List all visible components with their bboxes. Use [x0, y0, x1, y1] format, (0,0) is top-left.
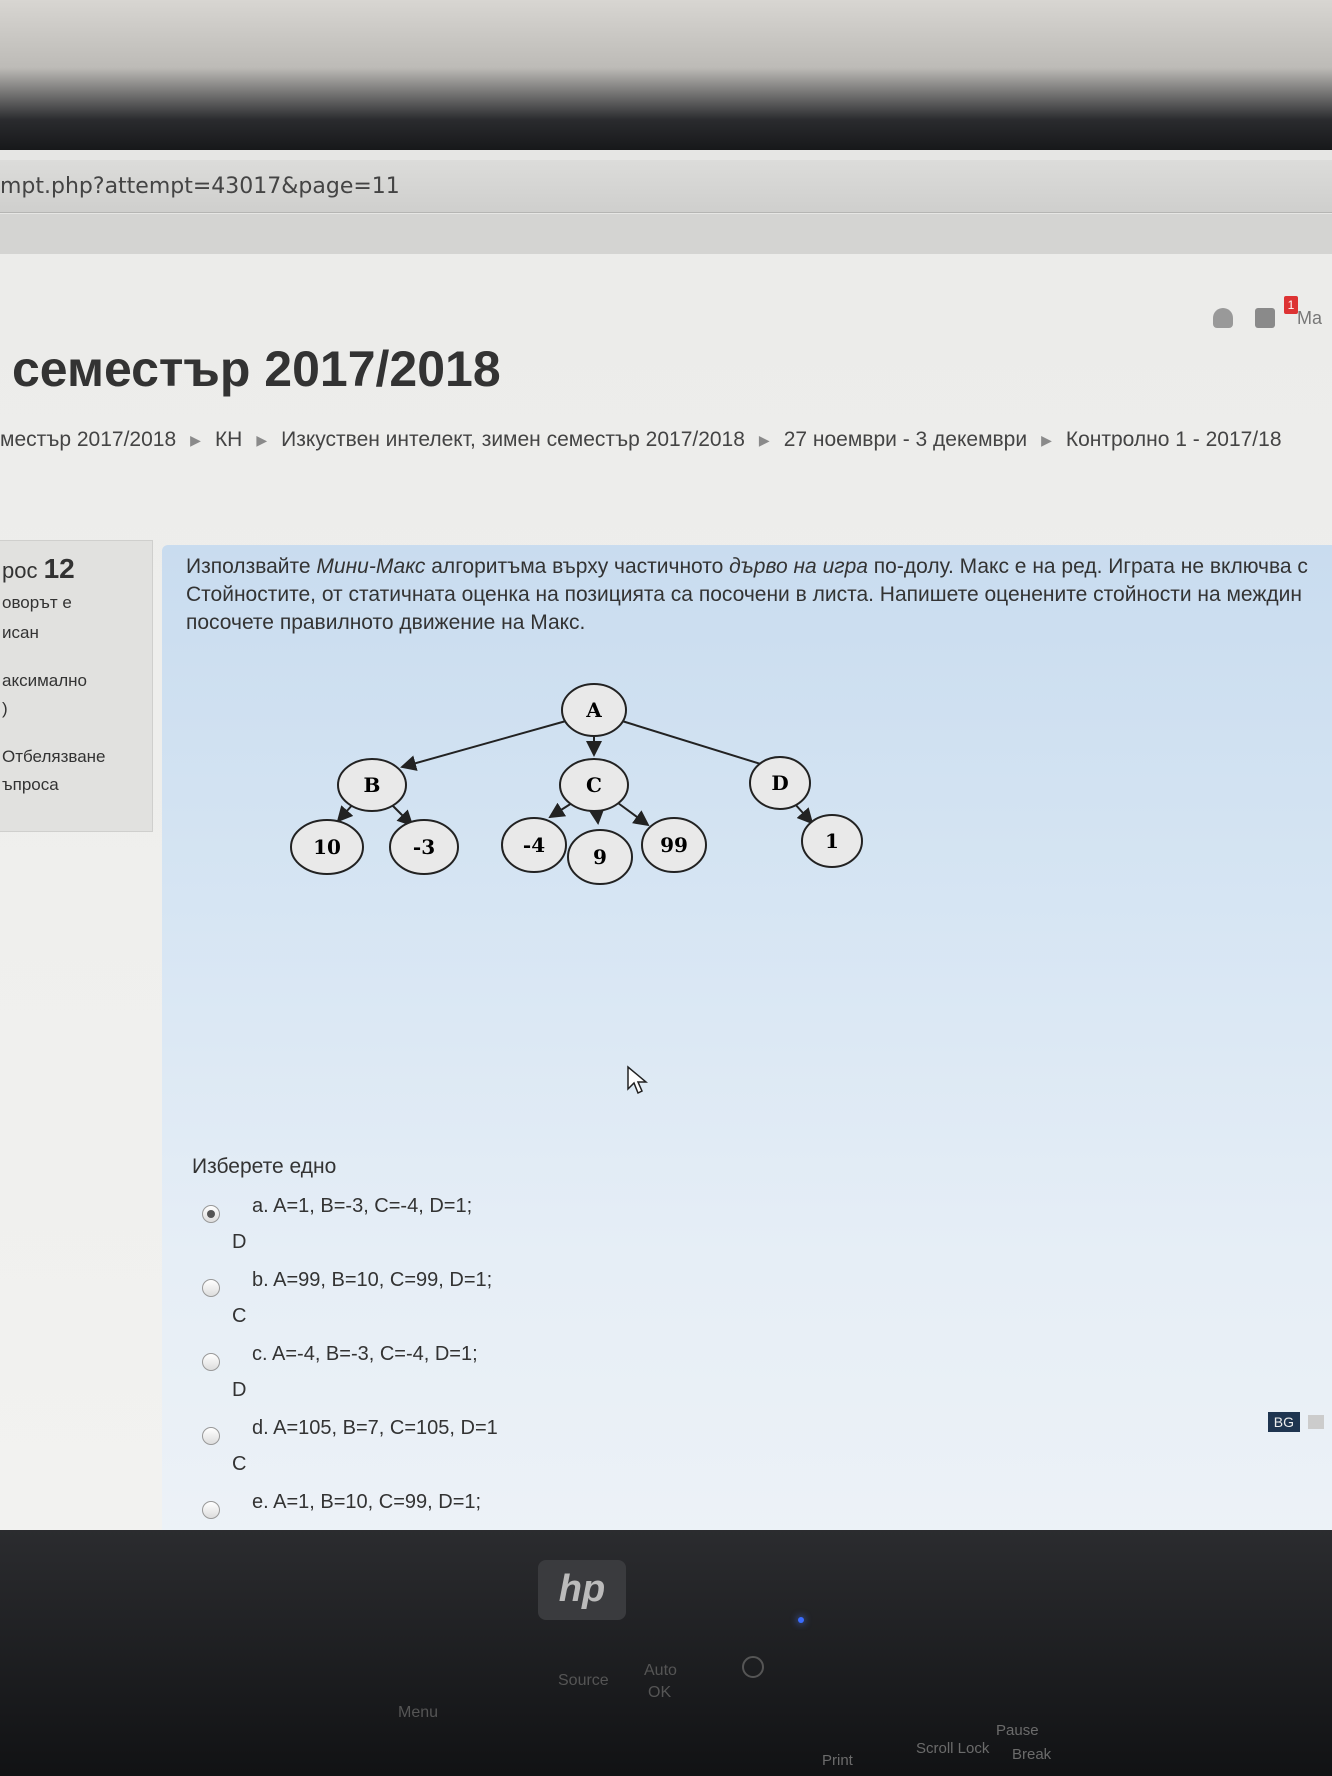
- answer-option-a-label[interactable]: a. A=1, B=-3, C=-4, D=1;: [252, 1195, 472, 1218]
- answer-option-a-move: D: [232, 1231, 247, 1253]
- breadcrumb-item-course[interactable]: Изкуствен интелект, зимен семестър 2017/…: [281, 428, 745, 452]
- answer-option-c-radio[interactable]: [202, 1353, 220, 1371]
- question-text-part: алгоритъма върху частичното: [425, 555, 730, 578]
- flag-question-link[interactable]: Отбелязване: [2, 747, 106, 767]
- tree-node-d: D: [749, 756, 811, 810]
- tree-node-a-label: A: [585, 698, 602, 722]
- answer-option-d-label[interactable]: d. A=105, B=7, C=105, D=1: [252, 1417, 498, 1440]
- breadcrumb-separator-icon: ▶: [1041, 431, 1052, 448]
- edge-d-1: [793, 802, 814, 825]
- question-panel: Използвайте Мини-Макс алгоритъма върху ч…: [162, 545, 1332, 1550]
- breadcrumb-separator-icon: ▶: [758, 431, 770, 448]
- edge-c-99: [617, 802, 650, 827]
- question-text-line2: Стойностите, от статичната оценка на поз…: [186, 583, 1303, 606]
- breadcrumb-item-kn[interactable]: КН: [215, 428, 242, 452]
- edge-a-d: [621, 720, 782, 774]
- question-text: Използвайте Мини-Макс алгоритъма върху ч…: [186, 553, 1332, 637]
- tree-leaf-minus4-label: -4: [523, 833, 545, 857]
- address-bar[interactable]: mpt.php?attempt=43017&page=11: [0, 160, 1332, 213]
- question-marks-cont: ): [2, 699, 8, 718]
- tree-node-c: C: [559, 758, 629, 812]
- breadcrumb-item-semester[interactable]: местър 2017/2018: [0, 428, 176, 452]
- answer-option-b-move: C: [232, 1305, 247, 1327]
- tree-leaf-1-label: 1: [825, 829, 839, 853]
- monitor-ok-button[interactable]: OK: [648, 1684, 671, 1702]
- question-marks: аксимално: [2, 671, 87, 690]
- hp-logo: hp: [538, 1560, 626, 1620]
- tree-leaf-10-label: 10: [313, 835, 341, 859]
- photo-background-top: [0, 0, 1332, 150]
- answer-option-b-radio[interactable]: [202, 1279, 220, 1297]
- monitor-auto-button[interactable]: Auto: [644, 1662, 677, 1680]
- answer-prompt: Изберете едно: [192, 1155, 337, 1178]
- question-number: рос 12: [2, 553, 75, 585]
- breadcrumb-separator-icon: ▶: [190, 431, 201, 448]
- site-navbar: [0, 214, 1332, 254]
- answer-option-a-radio[interactable]: [202, 1205, 220, 1223]
- tree-leaf-1: 1: [801, 814, 863, 868]
- answer-option-d-radio[interactable]: [202, 1427, 220, 1445]
- tree-node-c-label: C: [586, 773, 602, 797]
- mouse-cursor-icon: [627, 1065, 648, 1095]
- language-indicator[interactable]: BG: [1267, 1412, 1300, 1432]
- tree-leaf-minus3-label: -3: [413, 835, 435, 859]
- tree-leaf-99-label: 99: [660, 833, 688, 857]
- edge-c-minus4: [548, 802, 573, 819]
- tree-leaf-9: 9: [567, 829, 633, 885]
- tree-node-b-label: B: [364, 773, 381, 797]
- monitor-source-button[interactable]: Source: [558, 1672, 609, 1690]
- question-number-prefix: рос: [2, 558, 38, 583]
- notifications-bell-icon[interactable]: [1212, 308, 1233, 328]
- url-text[interactable]: mpt.php?attempt=43017&page=11: [0, 174, 400, 199]
- page-title: семестър 2017/2018: [12, 341, 501, 397]
- answer-option-c-move: D: [232, 1379, 247, 1401]
- breadcrumb-item-week[interactable]: 27 ноември - 3 декември: [784, 428, 1027, 452]
- question-text-part: Използвайте: [186, 555, 317, 578]
- key-scroll-lock[interactable]: Scroll Lock: [916, 1740, 989, 1757]
- answer-option-b-label[interactable]: b. A=99, B=10, C=99, D=1;: [252, 1269, 492, 1292]
- power-led-icon: [798, 1617, 804, 1623]
- monitor-menu-button[interactable]: Menu: [398, 1704, 438, 1722]
- header-icons: Ma: [1212, 300, 1322, 336]
- tree-node-b: B: [337, 758, 407, 812]
- answer-option-c-label[interactable]: c. A=-4, B=-3, C=-4, D=1;: [252, 1343, 478, 1366]
- tree-leaf-9-label: 9: [593, 845, 607, 869]
- monitor-power-icon[interactable]: [742, 1656, 764, 1678]
- key-print[interactable]: Print: [822, 1752, 853, 1769]
- answer-option-d-move: C: [232, 1453, 247, 1475]
- game-tree-diagram: A B C D 10 -3 -4 9 99 1: [290, 683, 863, 885]
- answer-option-e-label[interactable]: e. A=1, B=10, C=99, D=1;: [252, 1491, 481, 1514]
- key-pause[interactable]: Pause: [996, 1722, 1039, 1739]
- key-break[interactable]: Break: [1012, 1746, 1051, 1763]
- breadcrumb-separator-icon: ▶: [256, 431, 268, 448]
- tree-node-a: A: [561, 683, 627, 737]
- question-text-part: по-долу. Макс е на ред. Играта не включв…: [867, 555, 1308, 578]
- flag-question-link-cont[interactable]: ъпроса: [2, 775, 59, 795]
- question-text-emphasis: Мини-Макс: [316, 555, 426, 578]
- question-text-line3: посочете правилното движение на Макс.: [186, 611, 586, 634]
- question-text-emphasis: дърво на игра: [729, 555, 868, 578]
- question-state: оворът е: [2, 593, 72, 612]
- messages-icon[interactable]: [1254, 308, 1275, 328]
- system-tray: BG: [1267, 1412, 1324, 1432]
- question-text-line1: Използвайте Мини-Макс алгоритъма върху ч…: [186, 555, 1308, 578]
- tray-flag-icon[interactable]: [1308, 1415, 1324, 1429]
- tree-leaf-10: 10: [290, 819, 364, 875]
- answer-option-e-radio[interactable]: [202, 1501, 220, 1519]
- question-info-box: рос 12 оворът е исан аксимално ) Отбеляз…: [0, 540, 153, 832]
- breadcrumb-item-quiz[interactable]: Контролно 1 - 2017/18: [1066, 428, 1282, 452]
- user-menu[interactable]: Ma: [1297, 308, 1322, 329]
- tree-leaf-minus3: -3: [389, 819, 459, 875]
- tree-node-d-label: D: [771, 771, 788, 795]
- monitor-bezel: [0, 1530, 1332, 1776]
- messages-count-badge: 1: [1284, 296, 1298, 314]
- edge-a-b: [400, 720, 567, 771]
- question-state-cont: исан: [2, 623, 39, 642]
- tree-leaf-99: 99: [641, 817, 707, 873]
- tree-leaf-minus4: -4: [501, 817, 567, 873]
- breadcrumb: местър 2017/2018 ▶ КН ▶ Изкуствен интеле…: [0, 428, 1282, 452]
- question-number-value: 12: [43, 553, 75, 584]
- monitor-screen: mpt.php?attempt=43017&page=11 Ma 1 семес…: [0, 150, 1332, 1550]
